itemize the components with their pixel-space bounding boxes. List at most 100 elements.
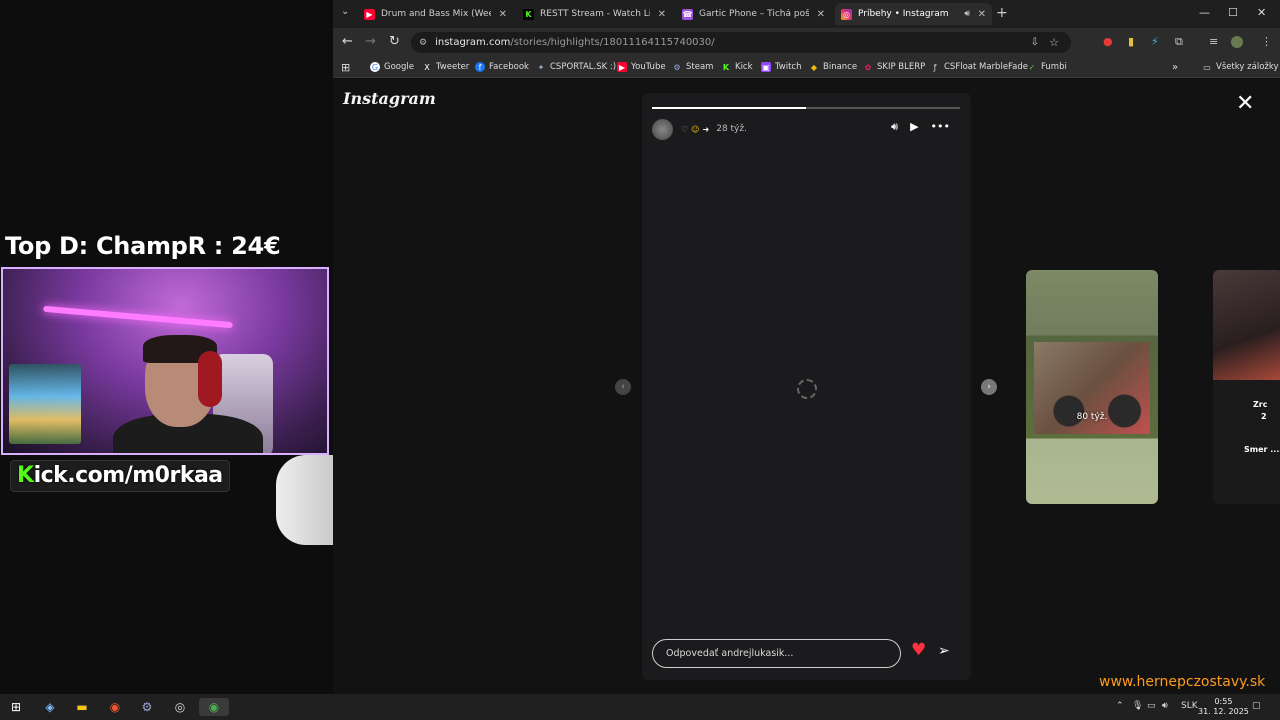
avatar[interactable] bbox=[652, 118, 673, 140]
story-progress-bar bbox=[652, 107, 960, 109]
steam-icon: ⚙ bbox=[673, 62, 681, 72]
stream-overlay: Top D: ChampR : 24€ Kick.com/m0rkaa bbox=[0, 0, 336, 694]
browser-window: ⌄ ▶ Drum and Bass Mix (Week 25) ✕ K REST… bbox=[333, 0, 1280, 694]
tab-instagram[interactable]: ◎ Príbehy • Instagram 🔊︎ ✕ bbox=[835, 3, 992, 25]
pc-case bbox=[9, 364, 81, 444]
site-info-icon[interactable]: ⚙ bbox=[419, 38, 427, 48]
previous-story-button[interactable]: ‹ bbox=[615, 379, 631, 395]
window-close-icon[interactable]: ✕ bbox=[1257, 6, 1266, 19]
forward-icon[interactable]: → bbox=[365, 34, 376, 49]
bookmark-twitch[interactable]: ▣ Twitch bbox=[761, 60, 802, 74]
bookmark-label: Binance bbox=[823, 62, 858, 72]
url-host: instagram.com bbox=[435, 37, 511, 48]
bookmark-star-icon[interactable]: ☆ bbox=[1049, 36, 1059, 49]
maximize-icon[interactable]: ☐ bbox=[1228, 6, 1238, 19]
clock[interactable]: 0:55 31. 12. 2025 bbox=[1198, 697, 1249, 717]
extensions-puzzle-icon[interactable]: ⧉ bbox=[1175, 35, 1183, 49]
tray-chevron-icon[interactable]: ⌃ bbox=[1116, 701, 1124, 711]
youtube-icon: ▶ bbox=[364, 8, 375, 20]
play-icon[interactable]: ▶ bbox=[910, 120, 918, 134]
media-control-icon[interactable]: ≡ bbox=[1209, 35, 1218, 48]
far-story-text-1: Zrc bbox=[1253, 400, 1268, 409]
bookmark-tweeter[interactable]: X Tweeter bbox=[422, 60, 469, 74]
speaker-icon[interactable]: 🔊︎ bbox=[964, 9, 970, 19]
close-stories-icon[interactable]: ✕ bbox=[1236, 93, 1254, 115]
tab-gartic[interactable]: ☎ Gartic Phone – Tichá pošta ✕ bbox=[676, 3, 831, 25]
binance-icon: ◆ bbox=[810, 62, 818, 72]
led-strip bbox=[43, 305, 233, 329]
file-explorer-icon[interactable]: ▬ bbox=[73, 698, 91, 716]
csfloat-icon: ƒ bbox=[933, 62, 937, 72]
chrome-icon[interactable]: ◉ bbox=[199, 698, 229, 716]
windows-taskbar: ⊞ ◈ ▬ ◉ ⚙ ◎ ◉ ⌃ 🎙︎ ▭ 🔊︎ SLK 0:55 31. 12.… bbox=[0, 694, 1280, 720]
next-story-button[interactable]: › bbox=[981, 379, 997, 395]
bookmark-facebook[interactable]: f Facebook bbox=[475, 60, 529, 74]
reply-input[interactable]: Odpovedať andrejlukasik... bbox=[652, 639, 901, 668]
tab-kick[interactable]: K RESTT Stream - Watch Live on Kick ✕ bbox=[517, 3, 672, 25]
bookmark-label: SKIP BLERP bbox=[877, 62, 926, 72]
bookmark-label: CSPORTAL.SK :) bbox=[550, 62, 617, 72]
extension-red-icon[interactable]: ● bbox=[1103, 35, 1113, 48]
instagram-icon: ◎ bbox=[841, 8, 852, 20]
watermark-url: www.hernepczostavy.sk bbox=[1099, 674, 1266, 690]
more-options-icon[interactable]: ••• bbox=[931, 120, 950, 134]
bookmark-label: Facebook bbox=[489, 62, 529, 72]
close-icon[interactable]: ✕ bbox=[499, 9, 507, 20]
send-icon[interactable]: ➢ bbox=[938, 644, 950, 658]
story-controls: 🔊︎ ▶ ••• bbox=[891, 120, 950, 134]
app-icon[interactable]: ◈ bbox=[41, 698, 59, 716]
close-icon[interactable]: ✕ bbox=[817, 9, 825, 20]
steam-icon[interactable]: ⚙ bbox=[138, 698, 156, 716]
tab-search-icon[interactable]: ⌄ bbox=[341, 6, 349, 17]
volume-icon[interactable]: 🔊︎ bbox=[891, 120, 898, 134]
new-tab-button[interactable]: + bbox=[996, 5, 1008, 21]
browser-icon[interactable]: ◉ bbox=[106, 698, 124, 716]
microphone-icon[interactable]: 🎙︎ bbox=[1132, 701, 1143, 711]
youtube-icon: ▶ bbox=[617, 62, 627, 72]
menu-kebab-icon[interactable]: ⋮ bbox=[1261, 35, 1272, 48]
story-viewer[interactable]: ♡ ☺ ➜ 28 týž. 🔊︎ ▶ ••• Odpovedať andrejl… bbox=[642, 93, 971, 680]
bookmarks-overflow-icon[interactable]: » bbox=[1172, 60, 1178, 74]
language-indicator[interactable]: SLK bbox=[1181, 701, 1198, 711]
far-story-text-3: Smer ... bbox=[1244, 445, 1280, 454]
far-story-preview[interactable]: Zrc 2 Smer ... bbox=[1213, 270, 1280, 504]
kick-channel-badge: Kick.com/m0rkaa bbox=[10, 460, 230, 492]
notification-icon[interactable]: ▢ bbox=[1252, 701, 1261, 711]
install-app-icon[interactable]: ⇩ bbox=[1031, 37, 1039, 48]
url-path: /stories/highlights/18011164115740030/ bbox=[510, 37, 715, 48]
heart-outline-icon: ♡ bbox=[681, 124, 689, 134]
bookmark-fumbi[interactable]: ✓ Fumbi bbox=[1027, 60, 1067, 74]
bookmark-skip-blerp[interactable]: ✿ SKIP BLERP bbox=[863, 60, 926, 74]
headset bbox=[198, 351, 222, 407]
address-bar[interactable]: ⚙ instagram.com/stories/highlights/18011… bbox=[411, 32, 1071, 53]
reload-icon[interactable]: ↻ bbox=[389, 34, 400, 49]
bookmark-kick[interactable]: K Kick bbox=[721, 60, 753, 74]
close-icon[interactable]: ✕ bbox=[658, 9, 666, 20]
back-icon[interactable]: ← bbox=[342, 34, 353, 49]
extension-blue-icon[interactable]: ⚡ bbox=[1151, 35, 1159, 48]
bookmark-youtube[interactable]: ▶ YouTube bbox=[617, 60, 666, 74]
network-icon[interactable]: ▭ bbox=[1147, 701, 1156, 711]
windows-start-icon[interactable]: ⊞ bbox=[7, 698, 25, 716]
car-graphic bbox=[276, 455, 336, 545]
bookmark-label: YouTube bbox=[631, 62, 666, 72]
instagram-logo[interactable]: Instagram bbox=[343, 89, 436, 108]
profile-avatar[interactable] bbox=[1231, 36, 1243, 48]
bookmark-csfloat[interactable]: ƒ CSFloat MarbleFade bbox=[930, 60, 1028, 74]
tab-youtube[interactable]: ▶ Drum and Bass Mix (Week 25) ✕ bbox=[358, 3, 513, 25]
bookmark-csportal[interactable]: ✦ CSPORTAL.SK :) bbox=[536, 60, 616, 74]
close-icon[interactable]: ✕ bbox=[978, 9, 986, 20]
extension-yellow-icon[interactable]: ▮ bbox=[1128, 35, 1134, 48]
loading-spinner-icon bbox=[797, 379, 817, 399]
bookmark-binance[interactable]: ◆ Binance bbox=[809, 60, 857, 74]
bookmark-google[interactable]: G Google bbox=[370, 60, 414, 74]
next-story-preview[interactable]: 80 týž. bbox=[1026, 270, 1158, 504]
minimize-icon[interactable]: — bbox=[1199, 6, 1210, 19]
far-story-text-2: 2 bbox=[1261, 412, 1267, 421]
volume-icon[interactable]: 🔊︎ bbox=[1162, 701, 1168, 711]
obs-icon[interactable]: ◎ bbox=[171, 698, 189, 716]
all-bookmarks-folder[interactable]: ▭ Všetky záložky bbox=[1202, 60, 1278, 74]
bookmark-steam[interactable]: ⚙ Steam bbox=[672, 60, 713, 74]
like-heart-icon[interactable]: ♥ bbox=[911, 642, 926, 659]
apps-grid-icon[interactable]: ⊞ bbox=[341, 60, 350, 74]
